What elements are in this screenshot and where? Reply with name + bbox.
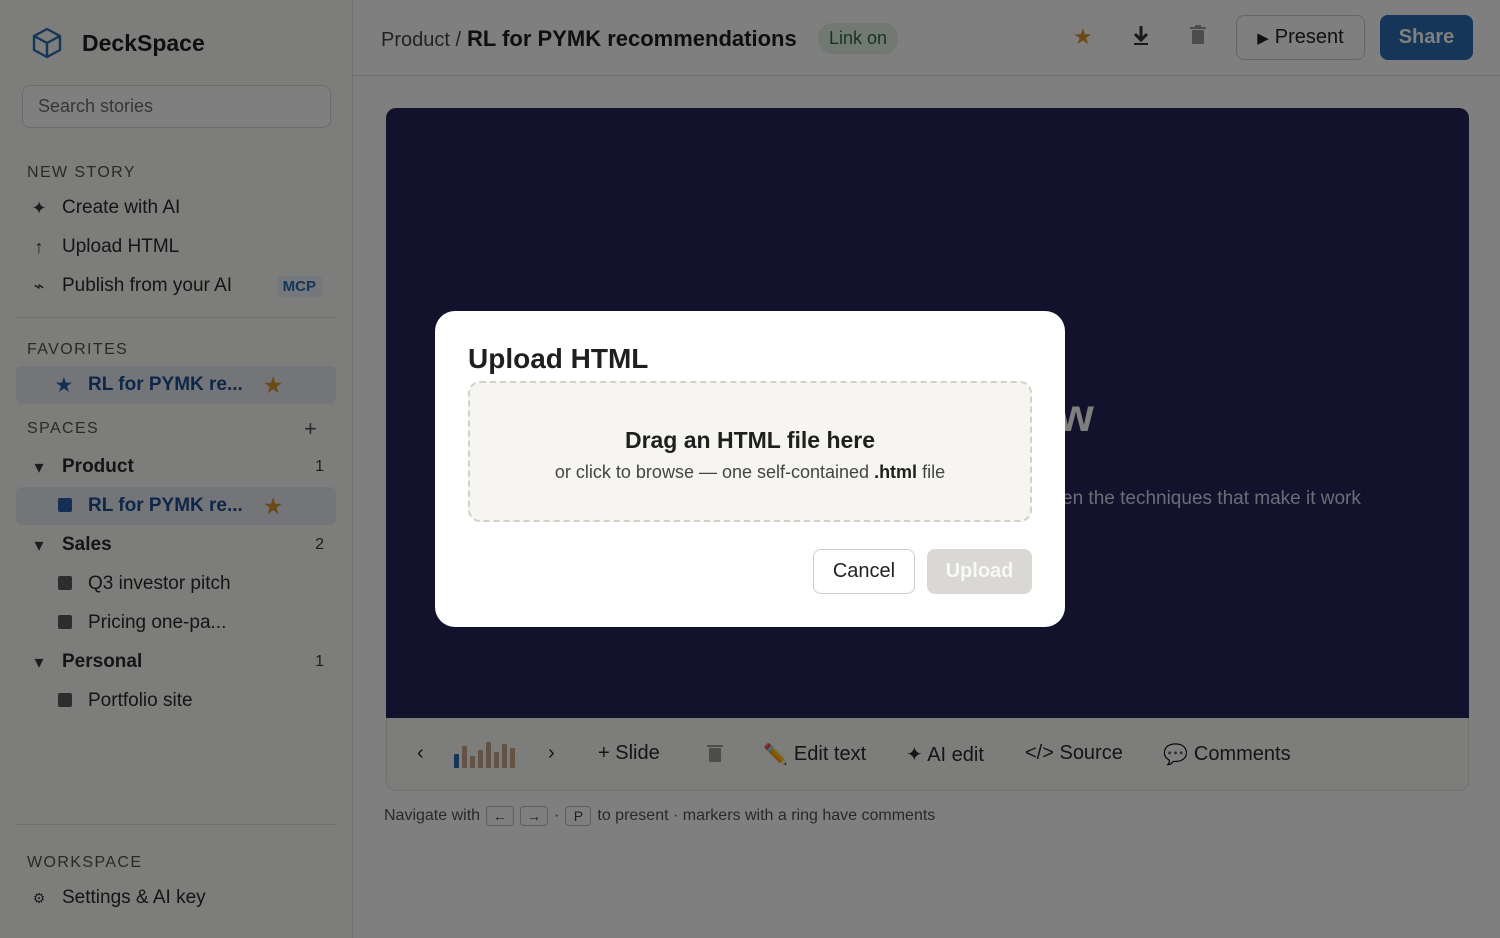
dropzone-title: Drag an HTML file here <box>624 427 876 453</box>
dialog-title: Upload HTML <box>468 343 649 374</box>
file-dropzone[interactable]: Drag an HTML file here or click to brows… <box>468 381 1032 522</box>
cancel-button[interactable]: Cancel <box>813 549 915 594</box>
dropzone-subtitle: or click to browse — one self-contained … <box>554 462 946 482</box>
upload-html-dialog: Upload HTML Drag an HTML file here or cl… <box>435 311 1065 627</box>
upload-button[interactable]: Upload <box>927 549 1032 594</box>
